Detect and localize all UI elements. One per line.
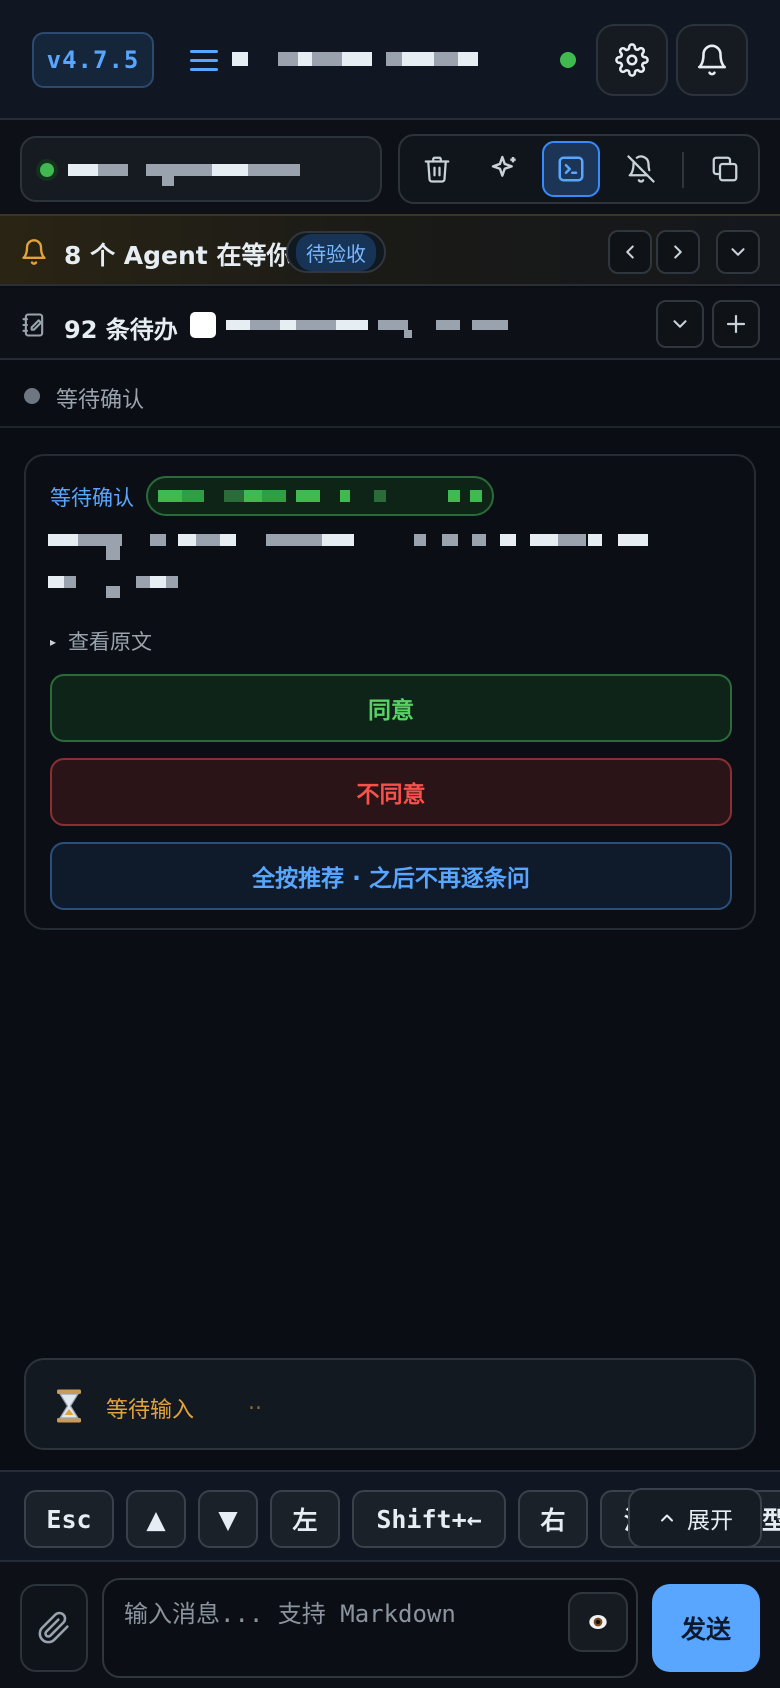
todo-checkbox[interactable] [190, 312, 216, 338]
ai-assist-button[interactable] [476, 141, 534, 197]
expand-label: 展开 [687, 1508, 733, 1534]
plus-icon [726, 314, 746, 334]
shift-left-key[interactable]: Shift+← [352, 1490, 506, 1548]
right-key[interactable]: 右 [518, 1490, 588, 1548]
terminal-icon [558, 156, 584, 182]
message-input-box[interactable] [102, 1578, 638, 1678]
top-header: v4.7.5 [0, 0, 780, 120]
waiting-input-status: 等待输入 .. [24, 1358, 756, 1450]
send-button[interactable]: 发送 [652, 1584, 760, 1672]
connection-status-dot [560, 52, 576, 68]
accept-all-recommended-button[interactable]: 全按推荐 · 之后不再逐条问 [50, 842, 732, 910]
attach-button[interactable] [20, 1584, 88, 1672]
status-indicator-dot [24, 388, 40, 404]
left-key[interactable]: 左 [270, 1490, 340, 1548]
arrow-down-key[interactable]: ▼ [198, 1490, 258, 1548]
session-bar [0, 120, 780, 214]
todo-expand-button[interactable] [656, 300, 704, 348]
view-original-label: 查看原文 [68, 630, 153, 654]
eye-icon [589, 1614, 607, 1630]
session-selector[interactable] [20, 136, 382, 202]
notebook-icon [22, 313, 44, 337]
trash-icon [424, 156, 450, 183]
message-composer: 发送 [0, 1562, 780, 1688]
mute-button[interactable] [612, 141, 670, 197]
collapse-banner-button[interactable] [716, 230, 760, 274]
sparkle-icon [491, 155, 516, 177]
pending-review-label: 待验收 [296, 233, 376, 271]
terminal-button[interactable] [542, 141, 600, 197]
delete-button[interactable] [408, 141, 466, 197]
section-label: 等待确认 [56, 388, 145, 413]
session-status-dot [40, 163, 54, 177]
waiting-dots: .. [248, 1390, 262, 1415]
prev-agent-button[interactable] [608, 230, 652, 274]
shortcut-key-bar: Esc ▲ ▼ 左 Shift+← 右 演 型 展开 [0, 1470, 780, 1562]
message-input[interactable] [124, 1594, 514, 1634]
redacted-command-pill [146, 476, 494, 516]
toolbar-divider [682, 152, 684, 188]
disagree-button[interactable]: 不同意 [50, 758, 732, 826]
view-original-toggle[interactable]: ▸ 查看原文 [50, 626, 152, 656]
bell-icon [697, 44, 727, 76]
notifications-button[interactable] [676, 24, 748, 96]
waiting-input-text: 等待输入 [106, 1398, 195, 1423]
todo-bar[interactable]: 92 条待办 [0, 288, 780, 360]
session-toolbar [398, 134, 760, 204]
next-agent-button[interactable] [656, 230, 700, 274]
chevron-down-icon [673, 320, 687, 328]
chevron-up-icon [661, 1514, 673, 1522]
agent-waiting-banner[interactable]: 8 个 Agent 在等你 待验收 [0, 214, 780, 286]
paperclip-icon [38, 1611, 69, 1644]
hourglass-icon [57, 1389, 81, 1423]
todo-count: 92 条待办 [64, 316, 178, 344]
esc-key[interactable]: Esc [24, 1490, 114, 1548]
add-todo-button[interactable] [712, 300, 760, 348]
menu-icon[interactable] [190, 50, 218, 74]
card-title: 等待确认 [50, 486, 134, 510]
pending-review-badge[interactable]: 待验收 [286, 231, 386, 273]
preview-toggle-button[interactable] [568, 1592, 628, 1652]
copy-button[interactable] [696, 141, 754, 197]
bell-off-icon [627, 155, 655, 183]
status-section: 等待确认 [0, 362, 780, 428]
copy-icon [712, 156, 738, 182]
confirmation-card: 等待确认 ▸ 查看原文 同意 不同意 全按推荐 · 之后不再逐条问 [24, 454, 756, 930]
caret-right-icon: ▸ [50, 635, 57, 649]
arrow-up-key[interactable]: ▲ [126, 1490, 186, 1548]
agree-button[interactable]: 同意 [50, 674, 732, 742]
expand-keys-button[interactable]: 展开 [628, 1488, 762, 1548]
chevron-left-icon [626, 245, 634, 259]
gear-icon [615, 43, 649, 77]
settings-button[interactable] [596, 24, 668, 96]
bell-icon [22, 239, 46, 265]
chevron-right-icon [674, 245, 682, 259]
chevron-down-icon [731, 248, 745, 256]
version-badge[interactable]: v4.7.5 [32, 32, 154, 88]
agent-waiting-text: 8 个 Agent 在等你 [64, 241, 292, 270]
